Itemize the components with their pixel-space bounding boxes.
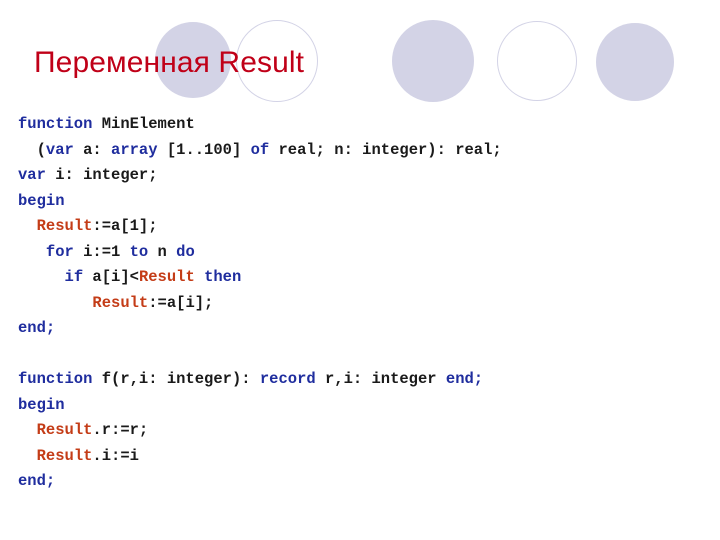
code-keyword: function [18,370,93,388]
code-line: begin [18,189,708,215]
code-line: for i:=1 to n do [18,240,708,266]
code-keyword: begin [18,395,65,414]
code-line: end; [18,469,708,495]
slide-root: Переменная Result function MinElement (v… [0,0,720,540]
code-result-identifier: Result [36,421,93,439]
code-line: var i: integer; [18,163,708,189]
code-line: begin [18,393,708,419]
code-keyword: for [45,242,74,261]
code-keyword: do [176,242,195,261]
code-keyword: var [45,140,74,159]
code-keyword: end; [18,472,56,490]
code-line: (var a: array [1..100] of real; n: integ… [18,138,708,164]
code-text: r,i: integer [315,370,446,388]
code-line: Result.r:=r; [18,418,708,444]
code-keyword: begin [18,191,65,210]
code-text: [1..100] [157,140,251,159]
code-text: i:=1 [73,242,130,261]
decorative-circle-5 [596,23,674,101]
code-text: a[i]< [83,268,139,286]
code-keyword: end; [445,370,484,388]
code-text: f(r,i: integer): [92,370,260,388]
code-text: i: integer; [45,166,158,184]
code-line: Result:=a[i]; [18,291,708,317]
code-text: :=a[1]; [92,217,158,235]
code-keyword: array [111,140,158,159]
code-line: end; [18,316,708,342]
code-text: .r:=r; [92,421,149,439]
code-keyword: record [259,370,316,388]
code-line: Result.i:=i [18,444,708,470]
code-keyword: then [204,268,242,286]
page-title: Переменная Result [34,46,305,79]
code-line: function f(r,i: integer): record r,i: in… [18,367,708,393]
code-text: n [148,242,177,261]
code-keyword: end; [18,319,56,337]
code-line: if a[i]<Result then [18,265,708,291]
code-result-identifier: Result [36,446,93,465]
code-text: MinElement [101,115,195,133]
code-keyword: var [18,166,46,184]
code-keyword: to [129,242,149,261]
code-text: .i:=i [92,446,139,465]
code-keyword: if [64,268,84,286]
code-keyword: of [250,140,270,159]
decorative-circle-3 [392,20,474,102]
code-result-identifier: Result [36,217,93,235]
code-line: Result:=a[1]; [18,214,708,240]
code-text: ( [18,140,46,159]
code-result-identifier: Result [138,268,195,286]
code-line: function MinElement [18,112,708,138]
code-text: real; n: integer): real; [269,140,502,159]
code-block: function MinElement (var a: array [1..10… [18,112,708,495]
decorative-circle-4 [497,21,577,101]
code-text: a: [73,140,112,159]
code-result-identifier: Result [92,293,149,312]
code-text: :=a[i]; [148,293,214,312]
code-keyword: function [18,115,93,133]
